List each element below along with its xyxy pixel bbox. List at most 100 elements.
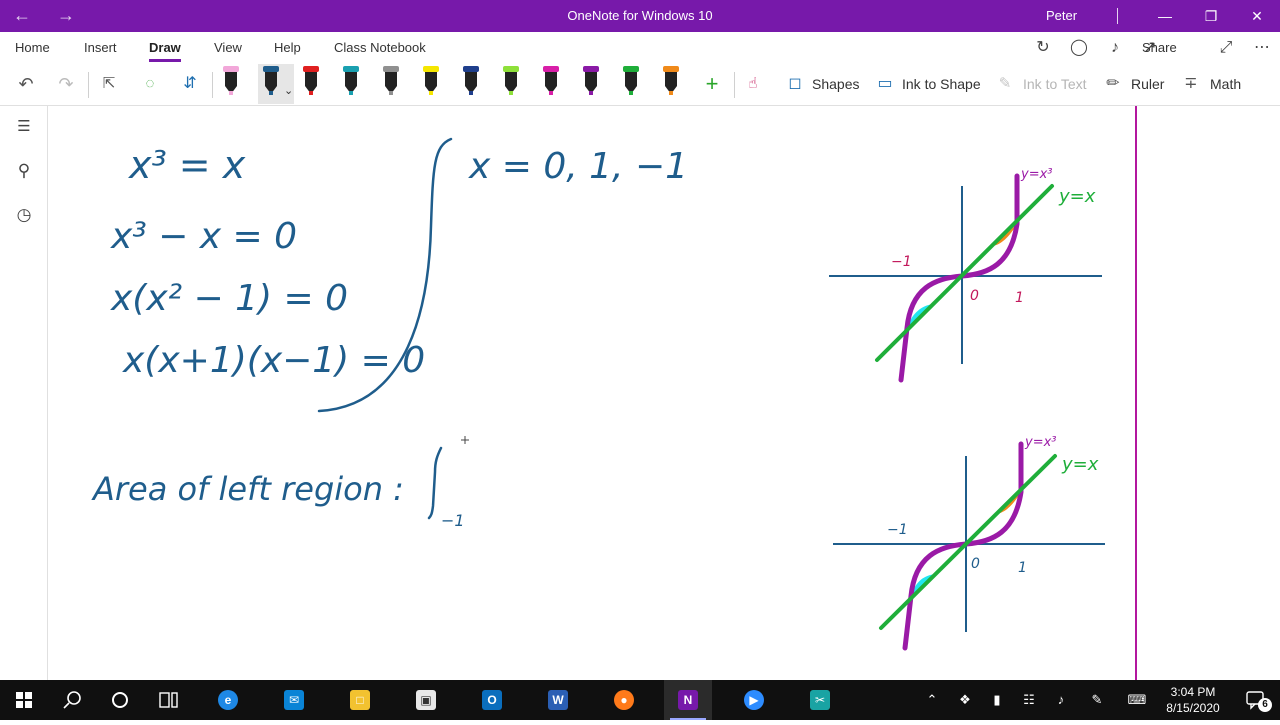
tray-chevron-icon[interactable]: ⌃ bbox=[920, 680, 944, 720]
task-view-icon[interactable] bbox=[144, 680, 192, 720]
expand-icon[interactable]: ⤢ bbox=[1210, 32, 1242, 64]
ink-layer: x³ = x x³ − x = 0 x(x² − 1) = 0 x(x+1)(x… bbox=[91, 137, 1105, 651]
tab-view[interactable]: View bbox=[214, 32, 242, 64]
pen-nib bbox=[309, 91, 313, 95]
graph2-tick-neg: −1 bbox=[887, 522, 908, 538]
ink-to-shape-button[interactable]: Ink to Shape bbox=[902, 64, 981, 104]
pen-body bbox=[385, 72, 397, 86]
graph2-tick-zero: 0 bbox=[971, 556, 980, 572]
word-icon[interactable]: W bbox=[534, 680, 582, 720]
graph2-label-cubic: y=x³ bbox=[1024, 435, 1057, 450]
pen-purple-button[interactable] bbox=[578, 64, 604, 104]
pen-nib bbox=[509, 91, 513, 95]
onenote-icon[interactable]: N bbox=[664, 680, 712, 720]
pen-nib bbox=[549, 91, 553, 95]
draw-toolbar: ↶ ↷ ⇱ ◌ ⇵ ⌄ + ☝ ◻ Shapes ▭ Ink to Shape … bbox=[0, 64, 1280, 106]
roots-line: x = 0, 1, −1 bbox=[468, 146, 688, 187]
shapes-button[interactable]: Shapes bbox=[812, 64, 859, 104]
pen-teal-button[interactable] bbox=[338, 64, 364, 104]
pen-green-button[interactable] bbox=[618, 64, 644, 104]
cortana-icon[interactable] bbox=[96, 680, 144, 720]
user-name[interactable]: Peter bbox=[1046, 0, 1077, 32]
pen-nib bbox=[469, 91, 473, 95]
pen-body bbox=[305, 72, 317, 86]
pen-workspace-icon[interactable]: ✎ bbox=[1084, 680, 1110, 720]
graph2-label-line: y=x bbox=[1061, 454, 1099, 475]
pen-lime-button[interactable] bbox=[498, 64, 524, 104]
store-icon[interactable]: ▣ bbox=[402, 680, 450, 720]
integral-sign bbox=[427, 446, 443, 520]
ink-replay-icon[interactable]: ☝ bbox=[741, 64, 765, 104]
pen-body bbox=[665, 72, 677, 86]
clock[interactable]: 3:04 PM 8/15/2020 bbox=[1160, 684, 1226, 716]
left-navigation: ☰ ⚲ ◷ bbox=[0, 106, 48, 680]
more-icon[interactable]: ⋯ bbox=[1246, 32, 1278, 64]
share-button[interactable]: Share bbox=[1142, 32, 1177, 64]
highlighter-yellow-button[interactable] bbox=[418, 64, 444, 104]
toolbar-separator bbox=[88, 72, 89, 98]
graph2-cubic-curve bbox=[963, 441, 1024, 547]
pen-nib bbox=[669, 91, 673, 95]
keyboard-icon[interactable]: ⌨ bbox=[1124, 680, 1150, 720]
outlook-icon[interactable]: O bbox=[468, 680, 516, 720]
pen-nib bbox=[389, 91, 393, 95]
pen-navy-button[interactable] bbox=[458, 64, 484, 104]
integral-lower-limit: −1 bbox=[441, 511, 465, 530]
graph2-tick-pos: 1 bbox=[1018, 560, 1027, 576]
pen-body bbox=[625, 72, 637, 86]
zoom-icon[interactable]: ▶ bbox=[730, 680, 778, 720]
title-bar: ← → OneNote for Windows 10 Peter — ❐ ✕ bbox=[0, 0, 1280, 32]
ink-to-text-icon: ✎ bbox=[998, 75, 1012, 92]
pen-nib bbox=[349, 91, 353, 95]
pen-magenta-button[interactable] bbox=[538, 64, 564, 104]
windows-start-icon[interactable] bbox=[0, 680, 48, 720]
tab-help[interactable]: Help bbox=[274, 32, 301, 64]
bell-icon[interactable]: ♪ bbox=[1099, 32, 1131, 64]
pen-body bbox=[425, 72, 437, 86]
network-icon[interactable]: ☷ bbox=[1016, 680, 1042, 720]
search-icon[interactable]: ⚲ bbox=[0, 156, 48, 186]
highlighter-pink-button[interactable] bbox=[218, 64, 244, 104]
lasso-select-icon[interactable]: ⇱ bbox=[95, 64, 123, 104]
restore-button[interactable]: ❐ bbox=[1188, 0, 1234, 32]
battery-icon[interactable]: ▮ bbox=[984, 680, 1010, 720]
math-button[interactable]: Math bbox=[1210, 64, 1241, 104]
sync-icon[interactable]: ↻ bbox=[1027, 32, 1059, 64]
add-space-icon[interactable]: ⇵ bbox=[176, 64, 204, 104]
eraser-add-icon[interactable]: ◌ bbox=[136, 64, 164, 104]
note-canvas[interactable]: x³ = x x³ − x = 0 x(x² − 1) = 0 x(x+1)(x… bbox=[49, 106, 1280, 680]
chevron-down-icon: ⌄ bbox=[284, 85, 294, 97]
minimize-button[interactable]: — bbox=[1142, 0, 1188, 32]
tab-insert[interactable]: Insert bbox=[84, 32, 117, 64]
pen-gray-button[interactable] bbox=[378, 64, 404, 104]
firefox-icon[interactable]: ● bbox=[600, 680, 648, 720]
tab-draw[interactable]: Draw bbox=[149, 32, 181, 64]
highlighter-orange-button[interactable] bbox=[658, 64, 684, 104]
mail-icon[interactable]: ✉ bbox=[270, 680, 318, 720]
redo-icon[interactable]: ↷ bbox=[52, 64, 80, 104]
equation-2: x³ − x = 0 bbox=[110, 216, 297, 257]
ink-to-text-button[interactable]: Ink to Text bbox=[1023, 64, 1087, 104]
pen-red-button[interactable] bbox=[298, 64, 324, 104]
equation-4: x(x+1)(x−1) = 0 bbox=[122, 340, 425, 381]
add-pen-icon[interactable]: + bbox=[698, 64, 726, 104]
cursor-crosshair-icon bbox=[461, 436, 469, 444]
ink-to-shape-icon: ▭ bbox=[877, 75, 893, 92]
search-icon[interactable] bbox=[48, 680, 96, 720]
edge-icon[interactable]: e bbox=[204, 680, 252, 720]
volume-icon[interactable]: ♪ bbox=[1048, 680, 1074, 720]
tab-home[interactable]: Home bbox=[15, 32, 50, 64]
notebooks-icon[interactable]: ☰ bbox=[0, 112, 48, 142]
tab-class-notebook[interactable]: Class Notebook bbox=[334, 32, 426, 64]
lightbulb-icon[interactable]: ◯ bbox=[1063, 32, 1095, 64]
ruler-button[interactable]: Ruler bbox=[1131, 64, 1164, 104]
close-button[interactable]: ✕ bbox=[1234, 0, 1280, 32]
recent-clock-icon[interactable]: ◷ bbox=[0, 200, 48, 230]
file-explorer-icon[interactable]: □ bbox=[336, 680, 384, 720]
undo-icon[interactable]: ↶ bbox=[12, 64, 40, 104]
pen-dark-blue-button[interactable]: ⌄ bbox=[258, 64, 294, 104]
pen-nib bbox=[269, 91, 273, 95]
snip-icon[interactable]: ✂ bbox=[796, 680, 844, 720]
notification-center-icon[interactable]: 6 bbox=[1236, 680, 1276, 720]
dropbox-icon[interactable]: ❖ bbox=[952, 680, 978, 720]
